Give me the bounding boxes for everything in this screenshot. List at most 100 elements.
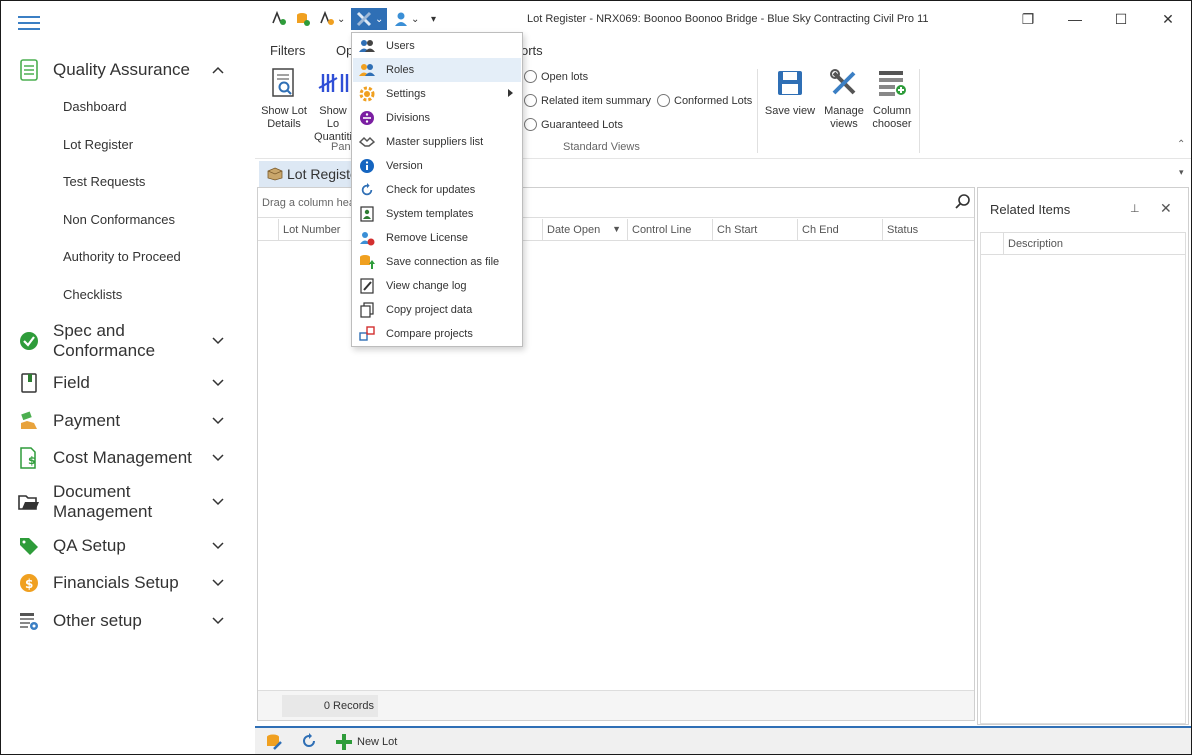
sidebar-item-non-conformances[interactable]: Non Conformances — [63, 212, 175, 227]
view-related-item-summary[interactable]: Related item summary — [524, 94, 651, 107]
sidebar-group-document-management[interactable]: Document Management — [2, 480, 254, 524]
manage-views-button[interactable]: Manage views — [821, 67, 867, 131]
chevron-down-icon[interactable] — [211, 495, 225, 509]
menu-item-label: Check for updates — [386, 184, 476, 196]
chevron-down-icon[interactable] — [211, 376, 225, 390]
qat-person-dropdown[interactable]: ⌄ — [393, 8, 421, 30]
column-chooser-button[interactable]: Column chooser — [869, 67, 915, 131]
menu-item-version[interactable]: Version — [353, 154, 521, 178]
sidebar-group-label: Field — [53, 373, 90, 392]
sidebar-group-cost-management[interactable]: $ Cost Management — [2, 446, 254, 470]
table-gear-icon — [18, 610, 40, 632]
chevron-down-icon[interactable] — [211, 614, 225, 628]
menu-item-users[interactable]: Users — [353, 34, 521, 58]
sidebar-group-label: Payment — [53, 411, 121, 430]
column-header-ch-start[interactable]: Ch Start — [712, 219, 797, 241]
menu-item-master-suppliers-list[interactable]: Master suppliers list — [353, 130, 521, 154]
compare-icon — [359, 326, 375, 342]
pin-icon[interactable]: ⊥ — [1130, 202, 1140, 215]
new-lot-button[interactable]: New Lot — [335, 733, 397, 751]
hamburger-menu-icon[interactable] — [18, 16, 40, 32]
collapse-ribbon-icon[interactable]: ⌃ — [1177, 139, 1185, 150]
sidebar-group-qa-setup[interactable]: QA Setup — [2, 534, 254, 558]
view-label: Conformed Lots — [674, 94, 753, 107]
notebook-icon — [18, 372, 40, 394]
search-icon[interactable] — [955, 194, 971, 210]
qat-customize-icon[interactable]: ▾ — [431, 8, 441, 30]
grid-footer: 0 Records — [258, 690, 974, 720]
menu-item-settings[interactable]: Settings — [353, 82, 521, 106]
column-header-status[interactable]: Status — [882, 219, 974, 241]
save-view-button[interactable]: Save view — [763, 67, 817, 118]
column-header-date-open[interactable]: Date Open ▼ — [542, 219, 627, 241]
qat-tools-dropdown[interactable]: ⌄ — [351, 8, 387, 30]
sidebar-group-label: Spec and Conformance — [53, 321, 156, 360]
close-icon[interactable]: ✕ — [1160, 200, 1172, 217]
chevron-down-icon[interactable] — [211, 451, 225, 465]
column-header-description[interactable]: Description — [1003, 233, 1063, 255]
sidebar-group-other-setup[interactable]: Other setup — [2, 609, 254, 633]
chevron-down-icon[interactable] — [211, 576, 225, 590]
menu-item-label: Users — [386, 40, 415, 52]
sidebar-item-checklists[interactable]: Checklists — [63, 287, 122, 302]
handshake-icon — [359, 134, 375, 150]
menu-item-label: Settings — [386, 88, 426, 100]
chevron-down-icon[interactable] — [211, 414, 225, 428]
tab-reports[interactable]: orts — [521, 43, 543, 58]
sidebar-item-lot-register[interactable]: Lot Register — [63, 137, 133, 152]
menu-item-remove-license[interactable]: Remove License — [353, 226, 521, 250]
change-log-icon — [359, 278, 375, 294]
tab-overflow-icon[interactable]: ▾ — [1179, 167, 1184, 178]
menu-item-system-templates[interactable]: System templates — [353, 202, 521, 226]
chevron-up-icon[interactable] — [211, 63, 225, 77]
plus-icon — [336, 734, 352, 750]
sidebar-item-test-requests[interactable]: Test Requests — [63, 174, 145, 189]
view-guaranteed-lots[interactable]: Guaranteed Lots — [524, 118, 623, 131]
related-items-title: Related Items — [990, 202, 1071, 217]
menu-item-label: Divisions — [386, 112, 431, 124]
filter-arrow-icon[interactable]: ▼ — [612, 224, 621, 234]
qat-database-icon[interactable] — [295, 8, 313, 30]
qat-user-dropdown[interactable]: ⌄ — [319, 8, 347, 30]
column-header-control-line[interactable]: Control Line — [627, 219, 712, 241]
menu-item-check-for-updates[interactable]: Check for updates — [353, 178, 521, 202]
column-label: Date Open — [547, 224, 601, 236]
view-label: Guaranteed Lots — [541, 118, 623, 131]
edit-database-icon[interactable] — [265, 733, 283, 751]
menu-item-save-connection-as-file[interactable]: Save connection as file — [353, 250, 521, 274]
sidebar-group-payment[interactable]: Payment — [2, 409, 254, 433]
restore-layout-icon[interactable]: ❐ — [1019, 10, 1037, 28]
show-lot-quantities-button[interactable]: Show Lo Quantiti — [313, 67, 353, 144]
tab-filters[interactable]: Filters — [270, 43, 305, 58]
sidebar-group-financials-setup[interactable]: $ Financials Setup — [2, 571, 254, 595]
menu-item-compare-projects[interactable]: Compare projects — [353, 322, 521, 346]
svg-text:$: $ — [28, 454, 36, 467]
maximize-button[interactable]: ☐ — [1112, 10, 1130, 28]
menu-item-label: Compare projects — [386, 328, 473, 340]
show-lot-details-label: Show Lot Details — [261, 105, 307, 130]
sidebar-group-spec-and-conformance[interactable]: Spec and Conformance — [2, 319, 254, 363]
show-lot-details-button[interactable]: Show Lot Details — [261, 67, 307, 131]
minimize-button[interactable]: — — [1066, 10, 1084, 28]
sidebar-item-authority-to-proceed[interactable]: Authority to Proceed — [63, 249, 181, 264]
view-conformed-lots[interactable]: Conformed Lots — [657, 94, 752, 107]
menu-item-divisions[interactable]: Divisions — [353, 106, 521, 130]
close-button[interactable]: ✕ — [1159, 10, 1177, 28]
refresh-icon[interactable] — [301, 733, 317, 749]
menu-item-view-change-log[interactable]: View change log — [353, 274, 521, 298]
sidebar-group-field[interactable]: Field — [2, 371, 254, 395]
chevron-down-icon[interactable] — [211, 539, 225, 553]
sidebar-item-dashboard[interactable]: Dashboard — [63, 99, 127, 114]
view-open-lots[interactable]: Open lots — [524, 70, 588, 83]
chevron-down-icon[interactable] — [211, 334, 225, 348]
bottom-toolbar: New Lot — [255, 726, 1191, 754]
column-header-ch-end[interactable]: Ch End — [797, 219, 882, 241]
menu-item-label: Version — [386, 160, 423, 172]
menu-item-roles[interactable]: Roles — [353, 58, 521, 82]
menu-item-copy-project-data[interactable]: Copy project data — [353, 298, 521, 322]
menu-item-label: System templates — [386, 208, 474, 220]
related-items-panel: Related Items ⊥ ✕ Description — [977, 187, 1189, 725]
sidebar-group-quality-assurance[interactable]: Quality Assurance — [2, 58, 254, 82]
qat-lot-icon[interactable] — [271, 8, 289, 30]
submenu-arrow-icon — [508, 89, 513, 97]
